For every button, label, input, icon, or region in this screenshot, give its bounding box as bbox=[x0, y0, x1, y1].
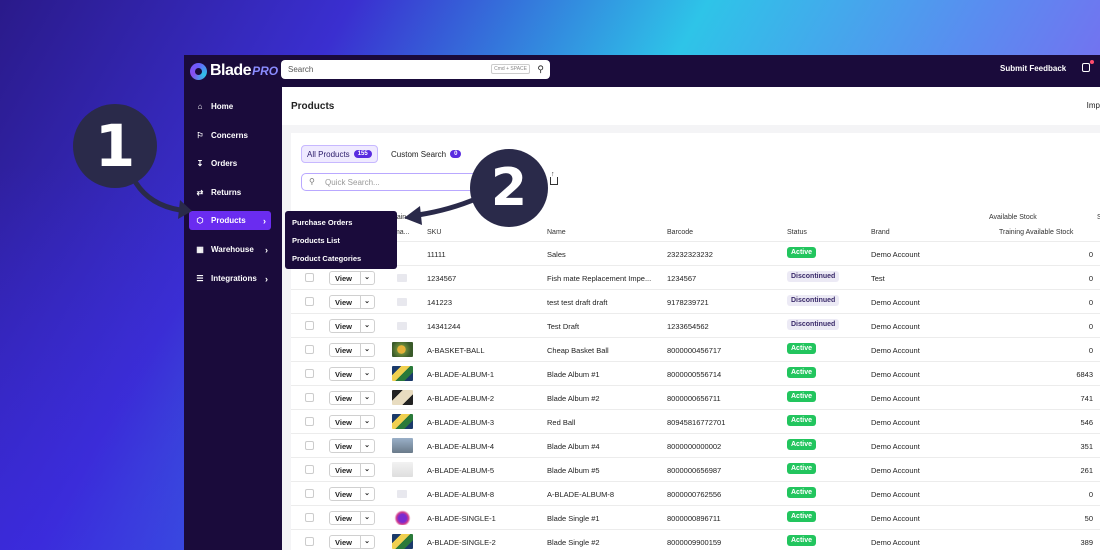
arrow-1-head bbox=[178, 200, 192, 219]
arrow-2 bbox=[415, 195, 481, 218]
callout-1: 1 bbox=[73, 104, 157, 188]
callout-2: 2 bbox=[470, 149, 548, 227]
callout-arrows bbox=[133, 180, 481, 225]
arrow-2-head bbox=[404, 206, 422, 225]
arrow-1 bbox=[133, 180, 183, 213]
